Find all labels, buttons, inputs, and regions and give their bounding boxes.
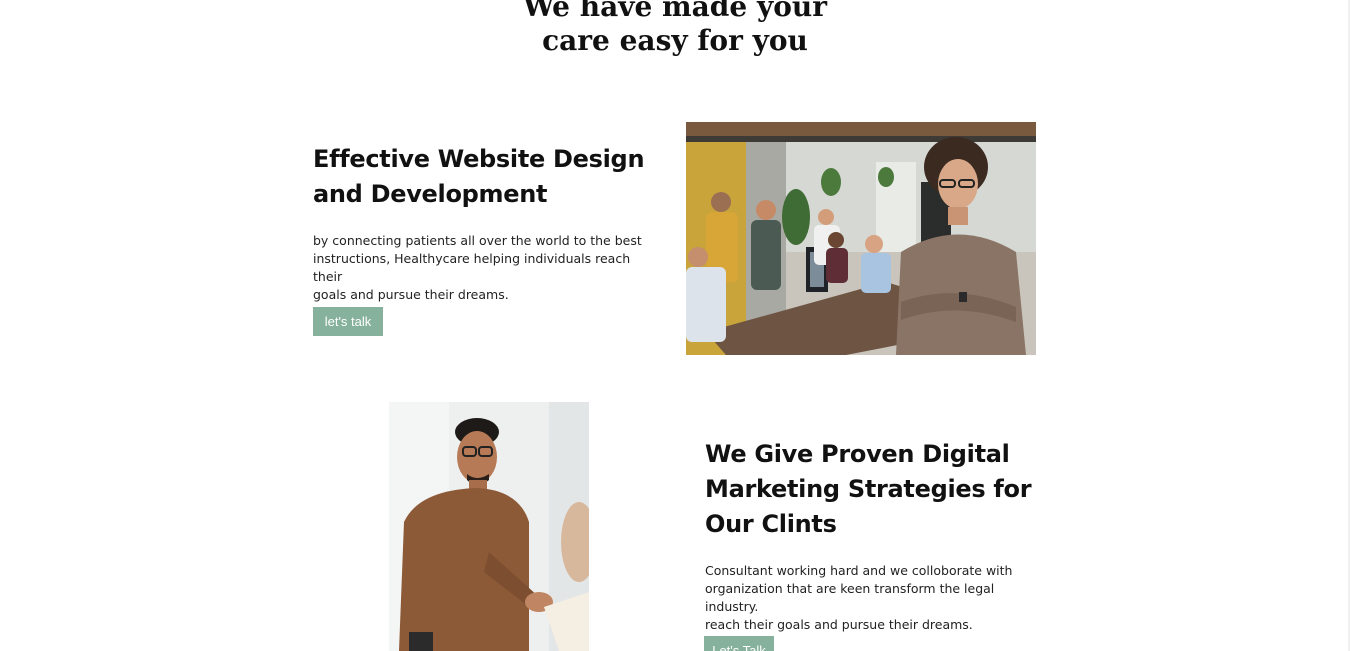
description-line: reach their goals and pursue their dream… <box>705 617 973 632</box>
page-heading-line: We have made your <box>522 0 828 23</box>
team-office-photo <box>686 122 1036 355</box>
section-title-line: We Give Proven Digital <box>705 440 1010 468</box>
section-title-line: Our Clints <box>705 510 837 538</box>
description-line: by connecting patients all over the worl… <box>313 233 642 248</box>
lets-talk-button-secondary[interactable]: Let's Talk <box>704 636 774 651</box>
description-line: Consultant working hard and we collobora… <box>705 563 1013 578</box>
description-line: goals and pursue their dreams. <box>313 287 509 302</box>
section-description: Consultant working hard and we collobora… <box>705 562 1045 634</box>
section-description: by connecting patients all over the worl… <box>313 232 663 304</box>
section-title-website-design: Effective Website Design and Development <box>313 142 673 212</box>
description-line: instructions, Healthycare helping indivi… <box>313 251 631 284</box>
page: We have made your care easy for you Effe… <box>0 0 1350 651</box>
description-line: organization that are keen transform the… <box>705 581 995 614</box>
handshake-photo <box>389 402 589 651</box>
section-title-line: and Development <box>313 180 548 208</box>
section-title-line: Effective Website Design <box>313 145 645 173</box>
page-heading-line: care easy for you <box>542 24 808 57</box>
section-title-line: Marketing Strategies for <box>705 475 1032 503</box>
section-title-digital-marketing: We Give Proven Digital Marketing Strateg… <box>705 437 1035 542</box>
lets-talk-button[interactable]: let's talk <box>313 307 383 336</box>
page-heading: We have made your care easy for you <box>0 0 1350 58</box>
